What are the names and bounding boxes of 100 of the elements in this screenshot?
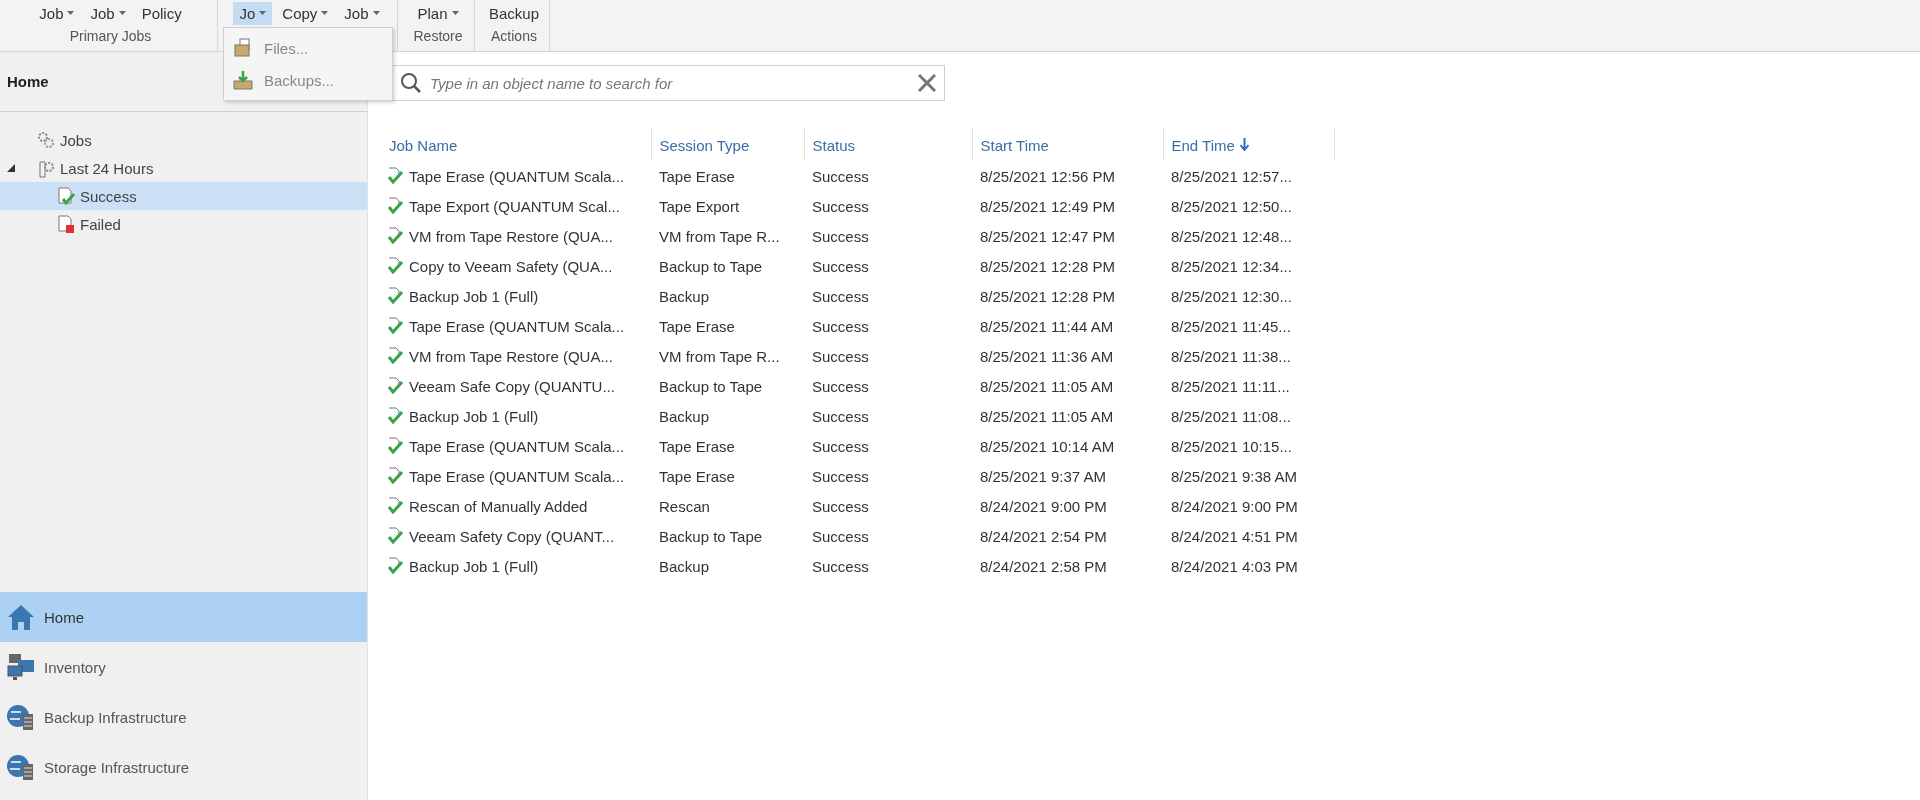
table-cell: Backup to Tape (659, 377, 763, 395)
success-icon (387, 287, 403, 305)
download-tray-icon (232, 69, 254, 91)
table-cell: Backup Job 1 (Full) (409, 287, 539, 305)
table-cell: 8/25/2021 10:14 AM (980, 437, 1115, 455)
table-cell: Success (812, 167, 869, 185)
nav-item[interactable]: Home (0, 592, 367, 642)
group-label: Restore (413, 28, 463, 44)
table-cell: 8/25/2021 12:28 PM (980, 257, 1116, 275)
search-input[interactable]: Type in an object name to search for (428, 73, 912, 93)
close-icon[interactable] (918, 74, 936, 92)
column-header[interactable]: Start Time (972, 128, 1163, 160)
table-cell: 8/24/2021 9:00 PM (1171, 497, 1298, 515)
table-cell: Tape Export (659, 197, 740, 215)
table-cell: Veeam Safe Copy (QUANTU... (409, 377, 615, 395)
table-cell: Success (812, 527, 869, 545)
ribbon-button[interactable]: Job (33, 1, 81, 25)
table-cell: Success (812, 557, 869, 575)
table-cell: Tape Erase (QUANTUM Scala... (409, 317, 625, 335)
ribbon-button[interactable]: Copy (276, 1, 335, 25)
search-icon (400, 72, 422, 94)
table-cell: Backup Job 1 (Full) (409, 407, 539, 425)
table-cell: Rescan (659, 497, 710, 515)
table-cell: Success (812, 347, 869, 365)
table-cell: 8/25/2021 12:57... (1171, 167, 1292, 185)
table-cell: 8/25/2021 11:11... (1171, 377, 1290, 395)
column-header[interactable]: Session Type (651, 128, 804, 160)
table-cell: 8/25/2021 11:44 AM (980, 317, 1114, 335)
table-cell: 8/25/2021 10:15... (1171, 437, 1292, 455)
ribbon-button[interactable]: Plan (411, 1, 465, 25)
tree-item[interactable]: Last 24 Hours (0, 154, 367, 182)
table-cell: Success (812, 377, 869, 395)
table-cell: 8/25/2021 12:48... (1171, 227, 1292, 245)
success-icon (387, 527, 403, 545)
success-icon (387, 317, 403, 335)
table-cell: 8/24/2021 9:00 PM (980, 497, 1107, 515)
expander-icon[interactable] (7, 164, 15, 172)
table-cell: 8/25/2021 12:47 PM (980, 227, 1116, 245)
table-cell: 8/25/2021 11:05 AM (980, 407, 1114, 425)
table-cell: 8/25/2021 11:38... (1171, 347, 1291, 365)
ribbon-button[interactable]: Backup (482, 1, 545, 25)
tree-item[interactable]: Success (0, 182, 367, 210)
clipboard-icon (36, 158, 56, 178)
table-cell: Success (812, 227, 869, 245)
ribbon-button[interactable]: Jo (233, 1, 273, 25)
table-cell: 8/25/2021 12:49 PM (980, 197, 1116, 215)
table-cell: Backup to Tape (659, 257, 763, 275)
ribbon-button[interactable]: Job (84, 1, 132, 25)
table-cell: Success (812, 257, 869, 275)
ribbon-button[interactable]: Policy (135, 1, 188, 25)
nav-item[interactable]: Storage Infrastructure (0, 742, 367, 792)
nav-item[interactable]: Inventory (0, 642, 367, 692)
table-cell: 8/25/2021 11:05 AM (980, 377, 1114, 395)
column-header[interactable]: End Time (1163, 128, 1334, 160)
success-icon (387, 377, 403, 395)
table-cell: Tape Erase (QUANTUM Scala... (409, 167, 625, 185)
table-cell: 8/25/2021 11:08... (1171, 407, 1291, 425)
column-header[interactable]: Status (804, 128, 972, 160)
globe-server-icon (6, 702, 36, 732)
failed-icon (56, 213, 76, 235)
table-cell: Backup (659, 407, 710, 425)
table-cell: 8/24/2021 4:03 PM (1171, 557, 1298, 575)
group-label: Primary Jobs (69, 28, 152, 44)
table-cell: 8/25/2021 9:38 AM (1171, 467, 1297, 485)
success-icon (56, 185, 76, 207)
success-icon (387, 167, 403, 185)
table-cell: Tape Erase (659, 467, 735, 485)
table-cell: Backup (659, 287, 710, 305)
table-cell: Backup to Tape (659, 527, 763, 545)
tree-item[interactable]: Failed (0, 210, 367, 238)
table-cell: Success (812, 407, 869, 425)
table-cell: VM from Tape R... (659, 227, 780, 245)
tree-item[interactable]: Jobs (0, 126, 367, 154)
success-icon (387, 347, 403, 365)
table-cell: 8/25/2021 11:36 AM (980, 347, 1114, 365)
ribbon-button[interactable]: Job (338, 1, 386, 25)
nav-item[interactable]: Backup Infrastructure (0, 692, 367, 742)
group-label: Actions (491, 28, 537, 44)
search-field[interactable]: Type in an object name to search for (391, 65, 945, 101)
table-cell: Copy to Veeam Safety (QUA... (409, 257, 613, 275)
table-cell: 8/25/2021 12:30... (1171, 287, 1292, 305)
table-cell: 8/25/2021 12:34... (1171, 257, 1292, 275)
success-icon (387, 557, 403, 575)
success-icon (387, 467, 403, 485)
success-icon (387, 257, 403, 275)
table-cell: 8/24/2021 4:51 PM (1171, 527, 1298, 545)
house-icon (6, 603, 36, 631)
table-cell: Backup (659, 557, 710, 575)
column-header[interactable]: Job Name (381, 128, 651, 160)
table-cell: VM from Tape Restore (QUA... (409, 347, 613, 365)
computers-icon (6, 652, 36, 682)
gears-icon (36, 131, 56, 149)
table-cell: VM from Tape R... (659, 347, 780, 365)
success-icon (387, 497, 403, 515)
table-cell: Tape Erase (659, 167, 735, 185)
table-cell: Rescan of Manually Added (409, 497, 588, 515)
table-cell: 8/24/2021 2:58 PM (980, 557, 1107, 575)
table-cell: Success (812, 287, 869, 305)
table-cell: 8/25/2021 12:50... (1171, 197, 1292, 215)
table-cell: Success (812, 437, 869, 455)
